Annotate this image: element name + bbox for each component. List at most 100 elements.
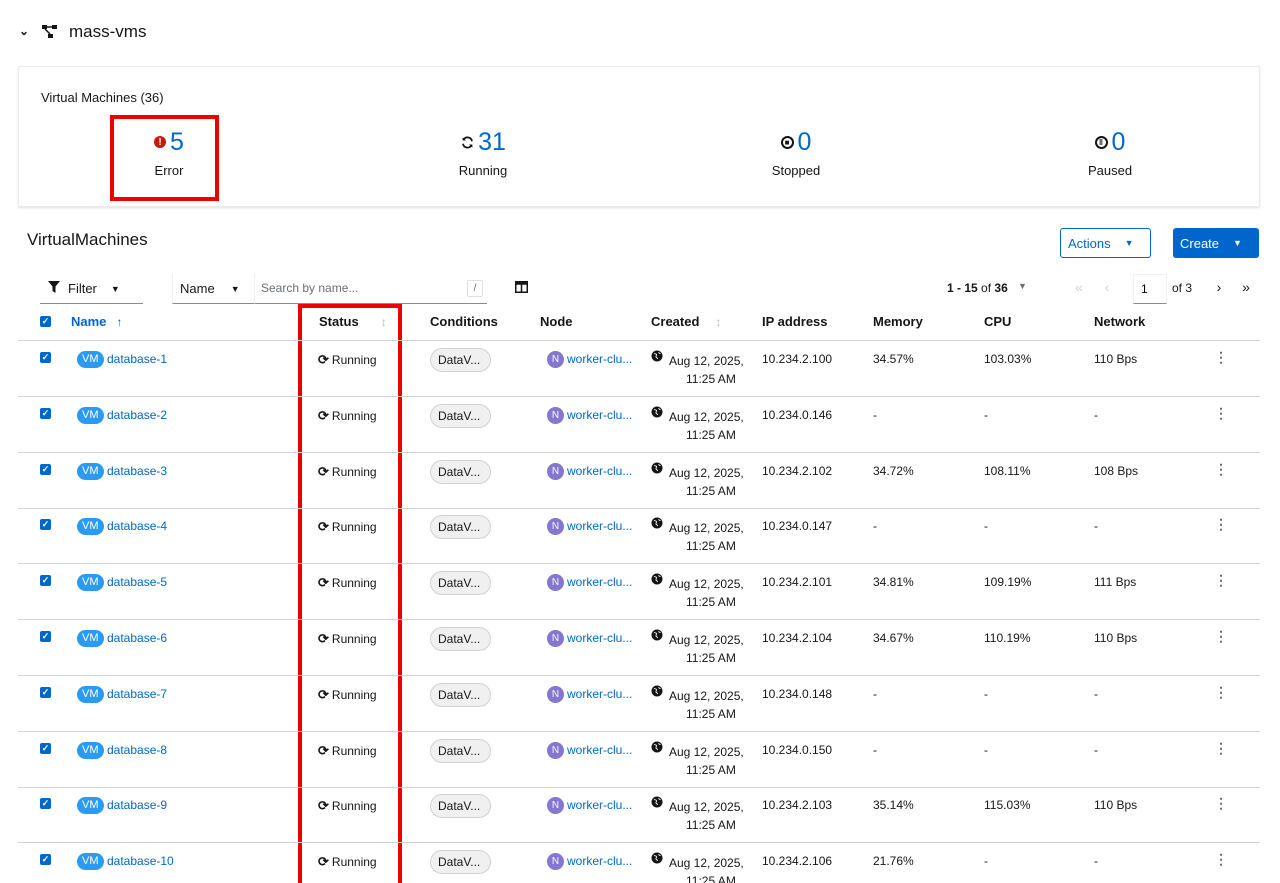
column-header-name[interactable]: Name ↑ xyxy=(71,314,122,329)
vm-name-link[interactable]: database-3 xyxy=(107,464,167,478)
column-header-node: Node xyxy=(540,314,573,329)
row-checkbox[interactable]: ✓ xyxy=(40,686,51,698)
pagination-of: of xyxy=(981,281,992,295)
vm-name-link[interactable]: database-6 xyxy=(107,631,167,645)
created-time: 11:25 AM xyxy=(686,372,736,386)
kebab-menu-icon[interactable]: ⋮ xyxy=(1214,517,1228,531)
condition-chip[interactable]: DataV... xyxy=(430,850,491,875)
last-page-icon[interactable]: » xyxy=(1238,279,1254,295)
condition-chip[interactable]: DataV... xyxy=(430,794,491,819)
stat-stopped-value[interactable]: 0 xyxy=(798,127,812,157)
cpu-cell: - xyxy=(984,519,988,534)
chevron-down-icon[interactable]: ⌄ xyxy=(19,24,33,42)
kebab-menu-icon[interactable]: ⋮ xyxy=(1214,629,1228,643)
vm-name-link[interactable]: database-4 xyxy=(107,519,167,533)
node-link[interactable]: worker-clu... xyxy=(567,519,632,533)
network-cell: - xyxy=(1094,519,1098,534)
search-input[interactable] xyxy=(255,274,455,302)
stat-paused-value[interactable]: 0 xyxy=(1112,127,1126,157)
kebab-menu-icon[interactable]: ⋮ xyxy=(1214,685,1228,699)
status-cell: ⟳ Running xyxy=(318,687,377,703)
search-attribute-select[interactable]: Name ▼ xyxy=(172,274,254,304)
row-checkbox[interactable]: ✓ xyxy=(40,575,51,587)
row-checkbox[interactable]: ✓ xyxy=(40,519,51,531)
ip-cell: 10.234.2.106 xyxy=(762,854,833,869)
node-link[interactable]: worker-clu... xyxy=(567,798,632,812)
condition-chip[interactable]: DataV... xyxy=(430,738,491,763)
manage-columns-icon[interactable] xyxy=(515,281,529,295)
sync-icon: ⟳ xyxy=(318,407,329,423)
vm-name-link[interactable]: database-10 xyxy=(107,854,174,868)
condition-chip[interactable]: DataV... xyxy=(430,682,491,707)
status-cell: ⟳ Running xyxy=(318,464,377,480)
vm-name-link[interactable]: database-8 xyxy=(107,743,167,757)
vm-name-link[interactable]: database-5 xyxy=(107,575,167,589)
node-link[interactable]: worker-clu... xyxy=(567,854,632,868)
memory-cell: 35.14% xyxy=(873,798,914,813)
node-link[interactable]: worker-clu... xyxy=(567,631,632,645)
created-cell: Aug 12, 2025, 11:25 AM xyxy=(669,408,759,444)
condition-chip[interactable]: DataV... xyxy=(430,403,491,428)
status-cell: ⟳ Running xyxy=(318,408,377,424)
node-link[interactable]: worker-clu... xyxy=(567,352,632,366)
kebab-menu-icon[interactable]: ⋮ xyxy=(1214,406,1228,420)
create-button[interactable]: Create ▼ xyxy=(1173,228,1259,258)
sync-icon: ⟳ xyxy=(318,798,329,814)
node-link[interactable]: worker-clu... xyxy=(567,743,632,757)
row-checkbox[interactable]: ✓ xyxy=(40,854,51,866)
stat-running-value[interactable]: 31 xyxy=(478,127,506,157)
node-link[interactable]: worker-clu... xyxy=(567,408,632,422)
sync-icon: ⟳ xyxy=(318,463,329,479)
condition-chip[interactable]: DataV... xyxy=(430,348,491,372)
created-cell: Aug 12, 2025, 11:25 AM xyxy=(669,631,759,667)
column-header-status[interactable]: Status ↕ xyxy=(319,314,387,329)
row-checkbox[interactable]: ✓ xyxy=(40,463,51,475)
condition-chip[interactable]: DataV... xyxy=(430,515,491,540)
kebab-menu-icon[interactable]: ⋮ xyxy=(1214,350,1228,364)
memory-cell: 34.81% xyxy=(873,575,914,590)
row-checkbox[interactable]: ✓ xyxy=(40,352,51,363)
node-link[interactable]: worker-clu... xyxy=(567,464,632,478)
node-link[interactable]: worker-clu... xyxy=(567,687,632,701)
stat-paused: ‖ 0 Paused xyxy=(1030,127,1190,178)
condition-chip[interactable]: DataV... xyxy=(430,627,491,651)
caret-down-icon: ▼ xyxy=(1124,238,1134,248)
kebab-menu-icon[interactable]: ⋮ xyxy=(1214,852,1228,866)
vm-name-link[interactable]: database-1 xyxy=(107,352,167,366)
row-checkbox[interactable]: ✓ xyxy=(40,798,51,810)
stat-stopped: ■ 0 Stopped xyxy=(716,127,876,178)
column-header-status-label: Status xyxy=(319,314,359,329)
caret-down-icon[interactable]: ▼ xyxy=(1018,281,1027,291)
sort-ascending-icon: ↑ xyxy=(116,315,123,329)
created-date: Aug 12, 2025, xyxy=(669,577,744,592)
next-page-icon[interactable]: › xyxy=(1211,279,1227,295)
kebab-menu-icon[interactable]: ⋮ xyxy=(1214,741,1228,755)
table-row: ✓ VM database-6 ⟳ Running DataV... N work… xyxy=(18,620,1260,676)
select-all-checkbox[interactable]: ✓ xyxy=(40,316,51,327)
vm-name-link[interactable]: database-2 xyxy=(107,408,167,422)
first-page-icon[interactable]: « xyxy=(1071,279,1087,295)
table-row: ✓ VM database-10 ⟳ Running DataV... N wor… xyxy=(18,843,1260,883)
pagination-range[interactable]: 1 - 15 of 36 xyxy=(947,281,1008,295)
filter-dropdown[interactable]: Filter ▼ xyxy=(40,274,143,304)
vm-name-link[interactable]: database-9 xyxy=(107,798,167,812)
sync-icon: ⟳ xyxy=(318,631,329,646)
status-text: Running xyxy=(331,464,377,479)
row-checkbox[interactable]: ✓ xyxy=(40,631,51,642)
column-header-created[interactable]: Created ↕ xyxy=(651,314,721,329)
condition-chip[interactable]: DataV... xyxy=(430,459,491,484)
prev-page-icon[interactable]: ‹ xyxy=(1099,279,1115,295)
condition-chip[interactable]: DataV... xyxy=(430,571,491,596)
globe-icon xyxy=(651,741,663,756)
actions-button[interactable]: Actions ▼ xyxy=(1060,228,1151,258)
kebab-menu-icon[interactable]: ⋮ xyxy=(1214,462,1228,476)
globe-icon xyxy=(651,517,663,532)
row-checkbox[interactable]: ✓ xyxy=(40,742,51,754)
kebab-menu-icon[interactable]: ⋮ xyxy=(1214,573,1228,587)
vm-name-link[interactable]: database-7 xyxy=(107,687,167,701)
node-link[interactable]: worker-clu... xyxy=(567,575,632,589)
row-checkbox[interactable]: ✓ xyxy=(40,407,51,419)
page-number-input[interactable] xyxy=(1133,274,1167,304)
kebab-menu-icon[interactable]: ⋮ xyxy=(1214,796,1228,810)
stat-error-value[interactable]: 5 xyxy=(170,127,184,157)
